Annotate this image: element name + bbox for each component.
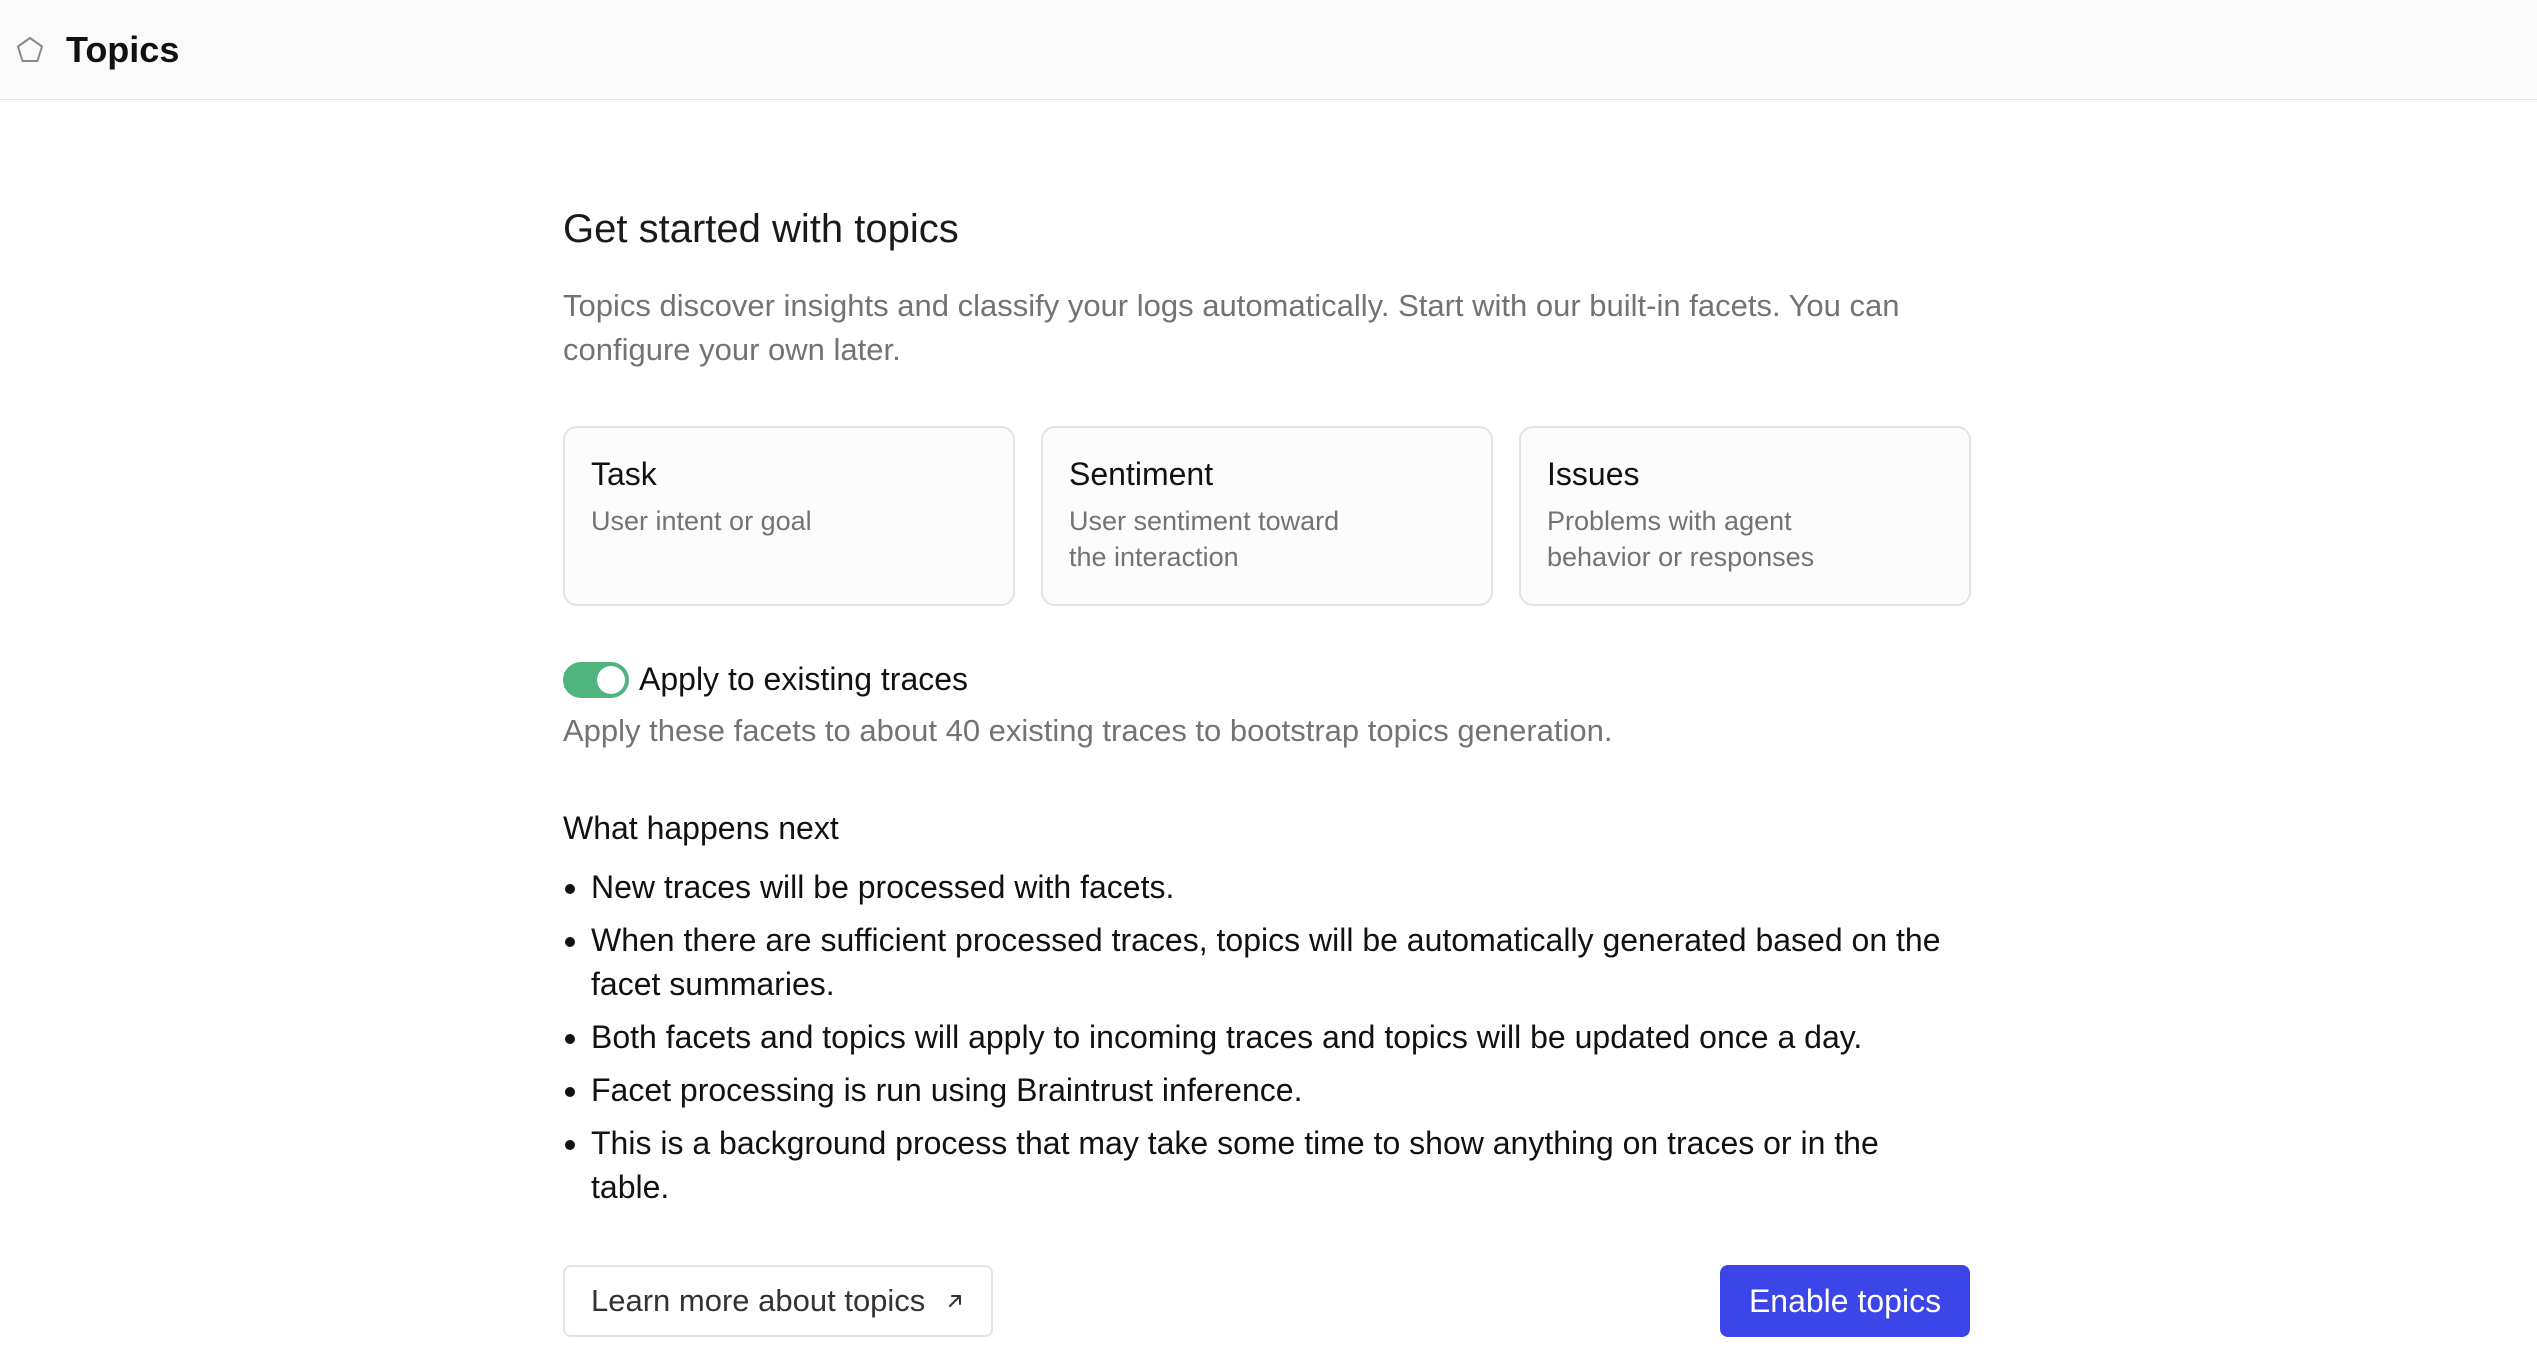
- facet-card-sentiment: Sentiment User sentiment toward the inte…: [1041, 426, 1493, 606]
- facet-card-issues: Issues Problems with agent behavior or r…: [1519, 426, 1971, 606]
- bullet-dot: [565, 1087, 575, 1097]
- list-item-text: New traces will be processed with facets…: [591, 869, 1175, 905]
- apply-existing-toggle[interactable]: [563, 661, 629, 698]
- list-item-text: Facet processing is run using Braintrust…: [591, 1072, 1303, 1108]
- bullet-dot: [565, 884, 575, 894]
- intro-text: Topics discover insights and classify yo…: [563, 288, 1900, 367]
- bullet-dot: [565, 1034, 575, 1044]
- section-heading: Get started with topics: [563, 207, 959, 251]
- list-item: New traces will be processed with facets…: [563, 865, 1963, 909]
- facet-card-task: Task User intent or goal: [563, 426, 1015, 606]
- toggle-knob: [597, 665, 625, 694]
- external-arrow-icon: [945, 1291, 965, 1311]
- facet-description: Problems with agent behavior or response…: [1547, 506, 1815, 572]
- list-item-text: Both facets and topics will apply to inc…: [591, 1019, 1863, 1055]
- learn-more-label: Learn more about topics: [591, 1283, 926, 1318]
- facet-name: Sentiment: [1069, 456, 1214, 492]
- facet-name: Issues: [1547, 456, 1640, 492]
- page-title: Topics: [66, 28, 180, 70]
- app-header: Topics: [0, 0, 2537, 100]
- list-item: When there are sufficient processed trac…: [563, 918, 1963, 1006]
- facet-description: User sentiment toward the interaction: [1069, 506, 1340, 572]
- bullet-dot: [565, 937, 575, 947]
- bullet-dot: [565, 1140, 575, 1150]
- apply-existing-description: Apply these facets to about 40 existing …: [563, 713, 1613, 748]
- list-item-text: This is a background process that may ta…: [591, 1125, 1879, 1205]
- facet-description: User intent or goal: [591, 506, 812, 536]
- apply-existing-row: Apply to existing traces: [563, 661, 968, 698]
- list-item: Facet processing is run using Braintrust…: [563, 1068, 1963, 1112]
- next-steps-list: New traces will be processed with facets…: [563, 865, 1963, 1218]
- facet-cards: Task User intent or goal Sentiment User …: [563, 426, 1971, 606]
- list-item-text: When there are sufficient processed trac…: [591, 922, 1941, 1002]
- pentagon-icon: [12, 32, 48, 68]
- apply-existing-label: Apply to existing traces: [639, 661, 969, 697]
- facet-name: Task: [591, 456, 657, 492]
- learn-more-button[interactable]: Learn more about topics: [563, 1265, 994, 1337]
- list-item: This is a background process that may ta…: [563, 1121, 1881, 1209]
- enable-topics-button[interactable]: Enable topics: [1720, 1265, 1970, 1337]
- next-steps-heading: What happens next: [563, 810, 839, 846]
- list-item: Both facets and topics will apply to inc…: [563, 1015, 1963, 1059]
